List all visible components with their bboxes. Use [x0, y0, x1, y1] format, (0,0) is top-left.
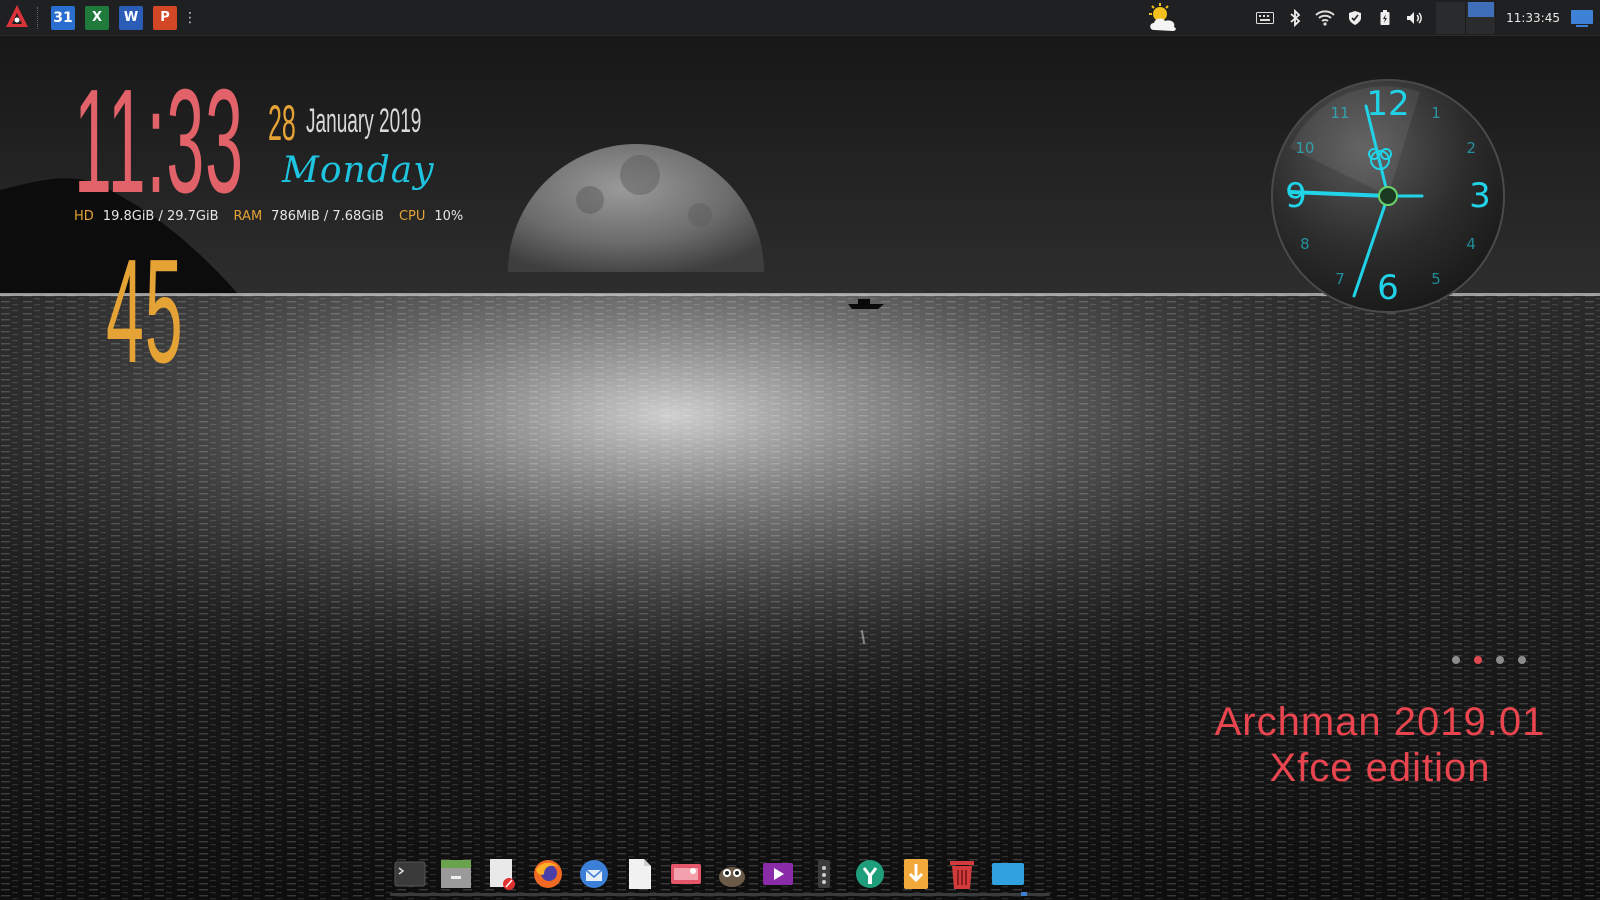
clock-numeral-8: 8	[1300, 235, 1310, 253]
analog-clock-widget: 12 1 2 3 4 5 6 7 8 9 10 11	[1270, 78, 1506, 314]
word-launcher[interactable]: W	[117, 4, 147, 32]
word-icon: W	[119, 5, 147, 30]
file-manager-icon	[441, 860, 471, 888]
calendar-launcher[interactable]: 31	[49, 4, 77, 32]
thunderbird-launcher[interactable]	[576, 857, 612, 891]
trash-launcher[interactable]	[944, 857, 980, 891]
desktop-folder-launcher[interactable]	[990, 857, 1026, 891]
software-center-icon	[856, 860, 884, 888]
ram-label: RAM	[233, 209, 263, 224]
launcher-area: 31 X W P ⋮	[0, 0, 197, 36]
dock	[392, 852, 1026, 896]
text-editor-launcher[interactable]	[484, 857, 520, 891]
top-panel: 31 X W P ⋮ 11:33:45	[0, 0, 1600, 36]
shield-icon[interactable]	[1345, 8, 1365, 28]
excel-launcher[interactable]: X	[83, 4, 113, 32]
page-dot[interactable]	[1452, 656, 1460, 664]
document-icon	[629, 859, 651, 889]
show-desktop-button[interactable]	[1568, 6, 1596, 30]
file-manager-launcher[interactable]	[438, 857, 474, 891]
firefox-icon	[534, 860, 562, 888]
branding-line-2: Xfce edition	[1269, 745, 1491, 790]
conky-hour: 11:33	[74, 59, 244, 224]
desktop-folder-icon	[992, 863, 1024, 885]
page-dot[interactable]	[1496, 656, 1504, 664]
show-desktop-icon	[1571, 10, 1593, 27]
clock-numeral-6: 6	[1377, 268, 1399, 308]
panel-separator	[37, 6, 39, 29]
clock-numeral-11: 11	[1330, 104, 1349, 122]
page-dot-active[interactable]	[1474, 656, 1482, 664]
hd-value: 19.8GiB / 29.7GiB	[102, 209, 219, 224]
thunderbird-icon	[580, 860, 608, 888]
clock-numeral-1: 1	[1431, 104, 1441, 122]
clock-numeral-7: 7	[1335, 270, 1345, 288]
weather-applet[interactable]	[1146, 3, 1180, 33]
downloader-launcher[interactable]	[898, 857, 934, 891]
conky-seconds: 45	[106, 229, 184, 394]
settings-launcher[interactable]	[806, 857, 842, 891]
excel-icon: X	[85, 5, 113, 30]
cpu-value: 10%	[434, 209, 464, 224]
firefox-launcher[interactable]	[530, 857, 566, 891]
archman-logo-icon	[4, 3, 30, 33]
keyboard-icon[interactable]	[1255, 8, 1275, 28]
media-player-icon	[763, 863, 793, 885]
document-launcher[interactable]	[622, 857, 658, 891]
clock-numeral-3: 3	[1469, 176, 1491, 216]
clock-numeral-4: 4	[1466, 235, 1476, 253]
clock-numeral-12: 12	[1366, 84, 1409, 124]
powerpoint-launcher[interactable]: P	[151, 4, 181, 32]
terminal-launcher[interactable]	[392, 857, 428, 891]
clock-numeral-2: 2	[1466, 139, 1476, 157]
bluetooth-icon[interactable]	[1285, 8, 1305, 28]
conky-weekday: Monday	[282, 150, 435, 191]
workspace-2[interactable]	[1466, 2, 1497, 34]
archman-menu-button[interactable]	[3, 4, 31, 32]
clock-numeral-5: 5	[1431, 270, 1441, 288]
calendar-icon: 31	[51, 5, 75, 30]
powerpoint-icon: P	[153, 5, 181, 30]
downloader-icon	[904, 859, 928, 889]
desktop-page-indicator	[1452, 656, 1526, 664]
hd-label: HD	[74, 209, 94, 224]
terminal-icon	[394, 861, 426, 887]
panel-clock[interactable]: 11:33:45	[1506, 11, 1560, 25]
conky-system-stats: HD 19.8GiB / 29.7GiB RAM 786MiB / 7.68Gi…	[74, 209, 478, 224]
system-tray: 11:33:45	[1250, 0, 1600, 36]
settings-icon	[818, 860, 830, 888]
text-editor-icon	[490, 859, 515, 890]
conky-day-number: 28	[268, 95, 296, 151]
partly-cloudy-icon	[1149, 3, 1176, 31]
workspace-switcher	[1436, 0, 1497, 36]
wifi-icon[interactable]	[1315, 8, 1335, 28]
screenshot-icon	[671, 864, 701, 884]
volume-icon[interactable]	[1405, 8, 1425, 28]
clock-numeral-9: 9	[1285, 176, 1307, 216]
conky-month-year: January 2019	[306, 102, 422, 140]
cpu-label: CPU	[398, 209, 426, 224]
dock-shelf	[390, 893, 1050, 896]
branding-line-1: Archman 2019.01	[1214, 700, 1546, 744]
branding-text: Archman 2019.01 Xfce edition	[1210, 700, 1550, 791]
ram-value: 786MiB / 7.68GiB	[271, 209, 384, 224]
trash-icon	[950, 861, 974, 889]
clock-numeral-10: 10	[1295, 139, 1314, 157]
software-center-launcher[interactable]	[852, 857, 888, 891]
screenshot-launcher[interactable]	[668, 857, 704, 891]
more-launchers-handle[interactable]: ⋮	[183, 10, 197, 26]
clock-center-icon	[1378, 186, 1398, 206]
battery-icon[interactable]	[1375, 8, 1395, 28]
workspace-1[interactable]	[1436, 2, 1467, 34]
dock-running-indicator	[1021, 892, 1027, 896]
media-player-launcher[interactable]	[760, 857, 796, 891]
gimp-launcher[interactable]	[714, 857, 750, 891]
gimp-icon	[719, 867, 745, 887]
page-dot[interactable]	[1518, 656, 1526, 664]
